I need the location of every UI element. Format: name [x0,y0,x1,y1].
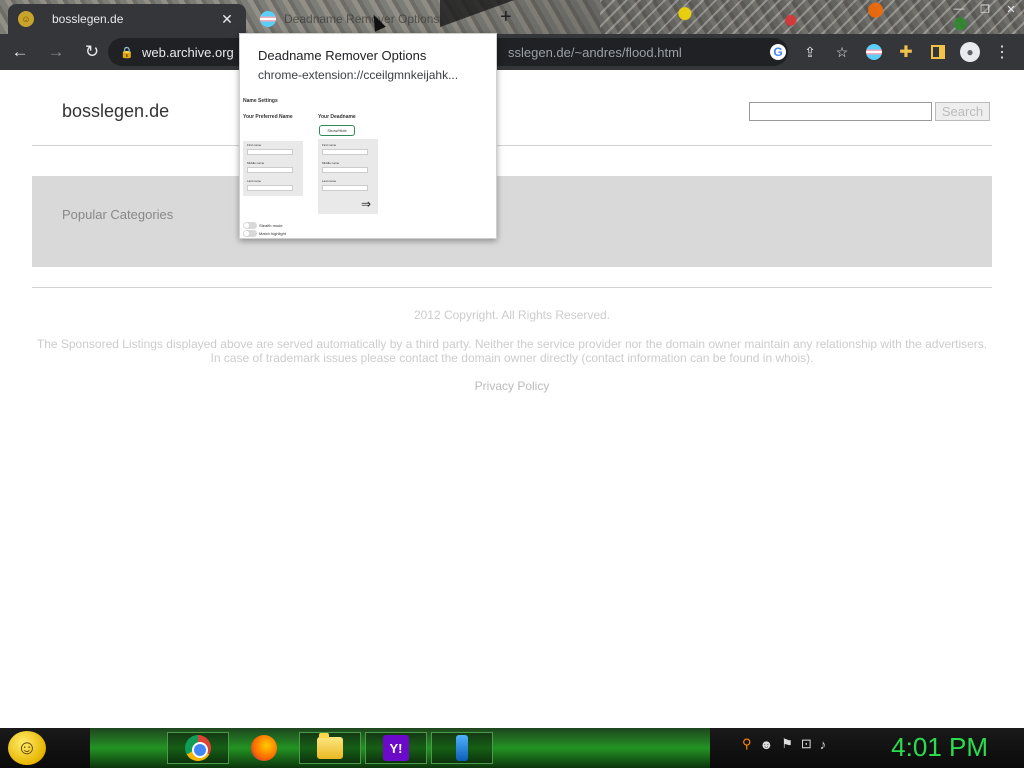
divider [32,145,992,146]
lock-icon[interactable]: 🔒 [120,46,134,59]
preview-heading: Name Settings [243,98,278,104]
tab-bosslegen[interactable]: ☺ bosslegen.de ✕ [8,4,246,34]
new-tab-button[interactable]: + [500,6,512,29]
preview-toggle-label: Stealth mode [259,223,283,228]
taskbar-chrome[interactable] [167,732,229,764]
google-lens-icon[interactable]: G [764,38,792,66]
disclaimer-text: The Sponsored Listings displayed above a… [0,337,1024,365]
forward-button[interactable]: → [40,36,72,68]
window-controls: — ❐ ✕ [946,0,1024,18]
preview-deadname-label: Your Deadname [318,114,356,120]
preview-toggle [243,230,257,237]
taskbar-yahoo[interactable]: Y! [365,732,427,764]
close-window-icon[interactable]: ✕ [998,0,1024,18]
tab-hover-card: Deadname Remover Options chrome-extensio… [239,33,497,239]
preview-field [322,185,368,191]
extensions-puzzle-icon[interactable]: ✚ [892,38,920,66]
site-favicon-icon: ☺ [18,11,34,27]
preview-toggle-label: Match highlight [259,231,286,236]
system-tray: ⚲ ☻ ⚑ ⊡ ♪ [742,736,826,752]
taskbar-app[interactable] [431,732,493,764]
footer: 2012 Copyright. All Rights Reserved. The… [0,308,1024,393]
deadname-extension-icon[interactable] [860,38,888,66]
preview-field [247,149,293,155]
browser-toolbar: ← → ↻ 🔒 web.archive.org sslegen.de/~andr… [0,34,1024,70]
url-host: web.archive.org [142,44,234,60]
minimize-icon[interactable]: — [946,0,972,18]
arrow-right-icon: ⇒ [361,197,372,211]
privacy-policy-link[interactable]: Privacy Policy [0,379,1024,393]
site-title[interactable]: bosslegen.de [62,101,169,122]
reload-button[interactable]: ↻ [76,36,108,68]
menu-dots-icon[interactable]: ⋮ [988,38,1016,66]
start-button[interactable]: ☺ [8,731,46,765]
firefox-icon [251,735,277,761]
preview-panel-left: First name Middle name Last name [243,141,303,196]
hover-card-url: chrome-extension://cceilgmnkeijahk... [258,68,459,82]
copyright-text: 2012 Copyright. All Rights Reserved. [413,308,611,322]
preview-field [247,185,293,191]
preview-field-label: Middle name [247,161,265,165]
tab-title: Deadname Remover Options [284,12,440,26]
back-button[interactable]: ← [4,36,36,68]
clock[interactable]: 4:01 PM [891,732,988,763]
disclaimer-line: In case of trademark issues please conta… [210,351,814,365]
disclaimer-line: The Sponsored Listings displayed above a… [36,337,988,351]
bookmark-star-icon[interactable]: ☆ [828,38,856,66]
categories-heading: Popular Categories [62,207,174,222]
web-page: bosslegen.de Search Popular Categories 2… [0,70,1024,728]
divider [32,287,992,288]
action-center-flag-icon[interactable]: ⚑ [781,736,793,752]
search-icon[interactable]: ⚲ [742,736,752,752]
search-input[interactable] [749,102,932,121]
network-icon[interactable]: ⊡ [801,736,812,752]
preview-field-label: Last name [247,179,262,183]
app-icon [456,735,468,761]
taskbar-explorer[interactable] [299,732,361,764]
toolbar-icons: G ⇪ ☆ ✚ ● ⋮ [764,34,1016,70]
taskbar-firefox[interactable] [233,732,295,764]
folder-icon [317,733,343,759]
extension-favicon-icon [260,11,276,27]
preview-field [322,149,368,155]
preview-field-label: First name [322,143,337,147]
preview-toggle [243,222,257,229]
taskbar: ☺ Y! ⚲ ☻ ⚑ ⊡ ♪ 4:01 PM [0,728,1024,768]
messenger-status-icon[interactable]: ☻ [760,737,774,752]
url-path: sslegen.de/~andres/flood.html [508,44,682,60]
hover-card-title: Deadname Remover Options [258,48,427,63]
share-icon[interactable]: ⇪ [796,38,824,66]
close-tab-icon[interactable]: ✕ [218,11,236,28]
preview-show-button: Show/Hide [319,125,355,136]
preview-panel-right: First name Middle name Last name ⇒ [318,139,378,214]
preview-field [322,167,368,173]
profile-avatar-icon[interactable]: ● [956,38,984,66]
side-panel-icon[interactable] [924,38,952,66]
volume-icon[interactable]: ♪ [820,737,827,752]
chrome-icon [185,735,211,761]
tab-title: bosslegen.de [52,12,124,26]
tab-strip: ☺ bosslegen.de ✕ Deadname Remover Option… [0,0,1024,34]
preview-field-label: Middle name [322,161,340,165]
preview-field [247,167,293,173]
preview-field-label: Last name [322,179,337,183]
preview-preferred-label: Your Preferred Name [243,114,293,120]
preview-field-label: First name [247,143,262,147]
search-button[interactable]: Search [935,102,990,121]
maximize-icon[interactable]: ❐ [972,0,998,18]
categories-panel: Popular Categories [32,176,992,267]
yahoo-messenger-icon: Y! [383,735,409,761]
